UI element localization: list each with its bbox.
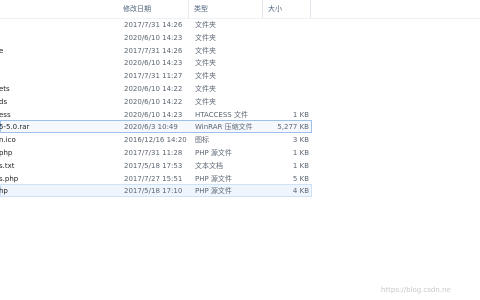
file-row[interactable]: ds 2020/6/10 14:22 文件夹 [0,95,312,108]
file-date: 2017/5/18 17:10 [124,187,183,196]
file-row[interactable]: 2017/7/31 11:27 文件夹 [0,69,312,82]
file-explorer: 修改日期 类型 大小 2017/7/31 14:26 文件夹 2020/6/10… [0,0,480,300]
file-row[interactable]: s.txt 2017/5/18 17:53 文本文档 1 KB [0,159,312,172]
column-divider[interactable] [188,0,189,18]
file-row[interactable]: 2017/7/31 14:26 文件夹 [0,18,312,31]
file-row[interactable]: php 2017/7/31 11:28 PHP 源文件 1 KB [0,146,312,159]
file-row[interactable]: 2020/6/10 14:23 文件夹 [0,56,312,69]
file-row[interactable]: 2020/6/10 14:23 文件夹 [0,31,312,44]
type-column-header[interactable]: 类型 [190,3,258,15]
file-name: hp [0,187,8,196]
file-row-hover[interactable]: hp 2017/5/18 17:10 PHP 源文件 4 KB [0,184,312,198]
file-row[interactable]: ess 2020/6/10 14:23 HTACCESS 文件 1 KB [0,108,312,121]
column-header-bar: 修改日期 类型 大小 [0,0,480,19]
file-type: PHP 源文件 [195,187,232,196]
file-size: 4 KB [292,187,309,196]
column-divider[interactable] [310,0,311,18]
file-row[interactable]: e 2017/7/31 14:26 文件夹 [0,44,312,57]
file-row-selected[interactable]: 5-5.0.rar 2020/6/3 10:49 WinRAR 压缩文件 5,2… [0,120,312,134]
file-row[interactable]: s.php 2017/7/27 15:51 PHP 源文件 5 KB [0,172,312,185]
file-row[interactable]: ets 2020/6/10 14:22 文件夹 [0,82,312,95]
file-list: 2017/7/31 14:26 文件夹 2020/6/10 14:23 文件夹 … [0,18,480,198]
date-column-header[interactable]: 修改日期 [119,3,187,15]
size-column-header[interactable]: 大小 [264,3,310,15]
column-divider[interactable] [262,0,263,18]
watermark-text: https://blog.csdn.ne [381,286,451,294]
file-row[interactable]: n.ico 2016/12/16 14:20 图标 3 KB [0,133,312,146]
